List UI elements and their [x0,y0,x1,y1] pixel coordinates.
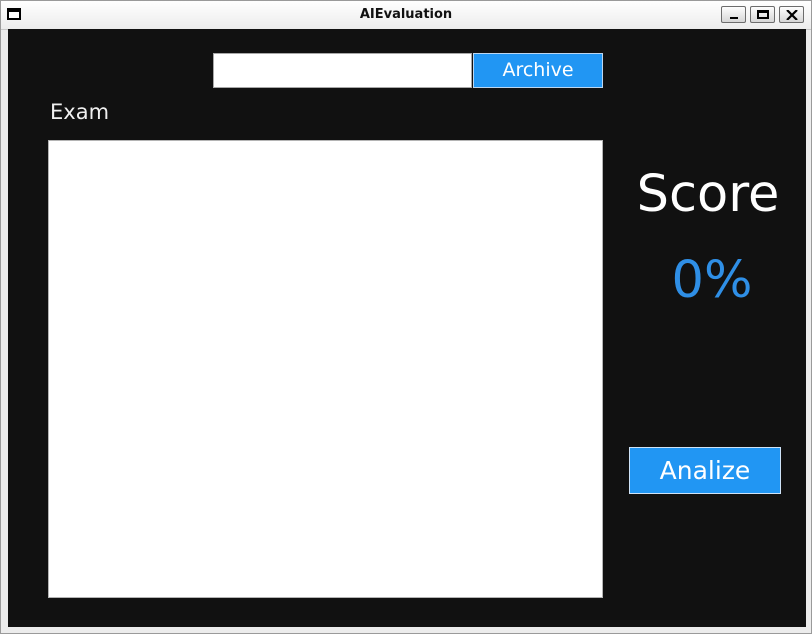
file-path-input[interactable] [213,53,472,88]
window-title: AIEvaluation [359,7,453,22]
maximize-icon [757,10,769,19]
maximize-button[interactable] [750,6,775,23]
exam-label: Exam [50,100,110,124]
analize-button[interactable]: Analize [629,447,781,494]
score-value: 0% [671,251,753,310]
minimize-icon [730,17,738,19]
score-label: Score [636,165,780,224]
title-bar[interactable]: AIEvaluation [1,1,811,30]
exam-text-area[interactable] [48,140,603,598]
app-window: AIEvaluation Archive Exam Score 0% Anali… [0,0,812,634]
archive-button[interactable]: Archive [473,53,603,88]
close-icon [786,10,798,20]
minimize-button[interactable] [721,6,746,23]
close-button[interactable] [779,6,804,23]
main-panel: Archive Exam Score 0% Analize [8,29,806,627]
